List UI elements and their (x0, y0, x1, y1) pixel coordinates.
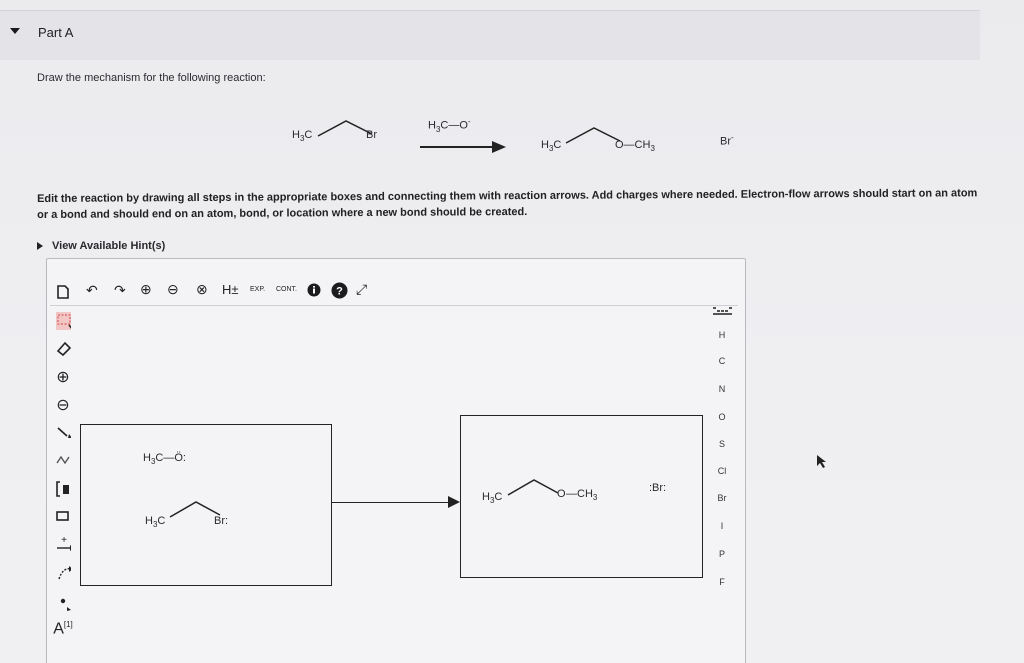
zoom-out-icon[interactable]: ⊖ (167, 282, 179, 296)
question-intro: Draw the mechanism for the following rea… (37, 72, 266, 84)
box2-bond-lines (507, 479, 559, 496)
svg-text:?: ? (336, 286, 343, 298)
redo-icon[interactable]: ↷ (114, 283, 126, 297)
part-title: Part A (38, 25, 74, 40)
atom-label-index: [1] (63, 620, 73, 629)
box1-bromide-ch3: H3C (145, 515, 166, 530)
instructions-text: Edit the reaction by drawing all steps i… (37, 187, 978, 221)
element-c[interactable]: C (706, 356, 738, 366)
product-ether: O—CH3 (615, 139, 655, 154)
atom-label-letter: A (53, 620, 64, 638)
explicit-hydrogen-button[interactable]: H± (222, 283, 239, 296)
element-br[interactable]: Br (706, 493, 738, 503)
collapse-caret-icon[interactable] (10, 28, 20, 34)
reactant-ch3: H3C (292, 129, 313, 144)
new-document-icon[interactable] (56, 284, 70, 300)
contract-button[interactable]: CONT. (276, 286, 297, 293)
byproduct-bromide: Br- (720, 133, 734, 148)
element-cl[interactable]: Cl (706, 466, 738, 476)
selection-tool-icon[interactable] (55, 311, 71, 331)
element-s[interactable]: S (706, 439, 738, 449)
reaction-arrow (420, 141, 506, 153)
box1-bromide-br: Br: (214, 515, 229, 527)
element-i[interactable]: I (706, 521, 738, 531)
bracket-tool-icon[interactable] (55, 480, 71, 498)
eraser-icon[interactable] (55, 340, 71, 356)
negative-charge-icon[interactable]: ⊖ (55, 395, 71, 415)
help-icon[interactable]: ? (331, 282, 348, 299)
box2-oxygen: O (557, 488, 566, 500)
step-arrow-line[interactable] (332, 502, 452, 503)
reactant-br: Br (366, 129, 377, 141)
element-n[interactable]: N (706, 384, 738, 394)
expand-button[interactable]: EXP. (250, 286, 265, 293)
mouse-cursor-icon (817, 455, 826, 468)
single-bond-icon[interactable] (55, 424, 71, 440)
periodic-table-icon[interactable] (712, 305, 734, 317)
chain-tool-icon[interactable] (55, 453, 71, 467)
undo-icon[interactable]: ↶ (86, 283, 98, 297)
box2-ch3: H3C (482, 491, 503, 506)
reagent-methoxide: H3C—O- (428, 117, 471, 134)
box2-methyl: —CH3 (566, 488, 598, 503)
electron-flow-arrow-icon[interactable] (55, 563, 71, 583)
hints-label: View Available Hint(s) (52, 240, 166, 252)
view-hints-link[interactable]: View Available Hint(s) (37, 240, 165, 252)
box1-methoxide: H3C—Ö: (143, 452, 186, 467)
fullscreen-icon[interactable]: ⤢ (356, 282, 367, 296)
element-h[interactable]: H (706, 330, 738, 340)
box2-bromide-ion: :Br: (649, 482, 667, 494)
svg-text:+: + (61, 535, 67, 546)
positive-charge-icon[interactable]: ⊕ (55, 367, 71, 387)
info-icon[interactable] (307, 283, 321, 297)
element-o[interactable]: O (706, 412, 738, 422)
lone-pair-icon[interactable] (55, 594, 71, 612)
product-ch3: H3C (541, 139, 562, 154)
part-header (0, 10, 980, 60)
rectangle-tool-icon[interactable] (55, 510, 71, 522)
reaction-arrow-tool-icon[interactable]: + (55, 534, 71, 554)
periodic-column: H C N O S Cl Br I P F (706, 305, 738, 605)
atom-label-tool[interactable]: A[1] (52, 620, 74, 638)
zoom-in-icon[interactable]: ⊕ (140, 282, 152, 296)
zoom-reset-icon[interactable]: ⊗ (196, 282, 208, 296)
expand-triangle-icon (37, 242, 43, 250)
element-f[interactable]: F (706, 577, 738, 587)
element-p[interactable]: P (706, 549, 738, 559)
